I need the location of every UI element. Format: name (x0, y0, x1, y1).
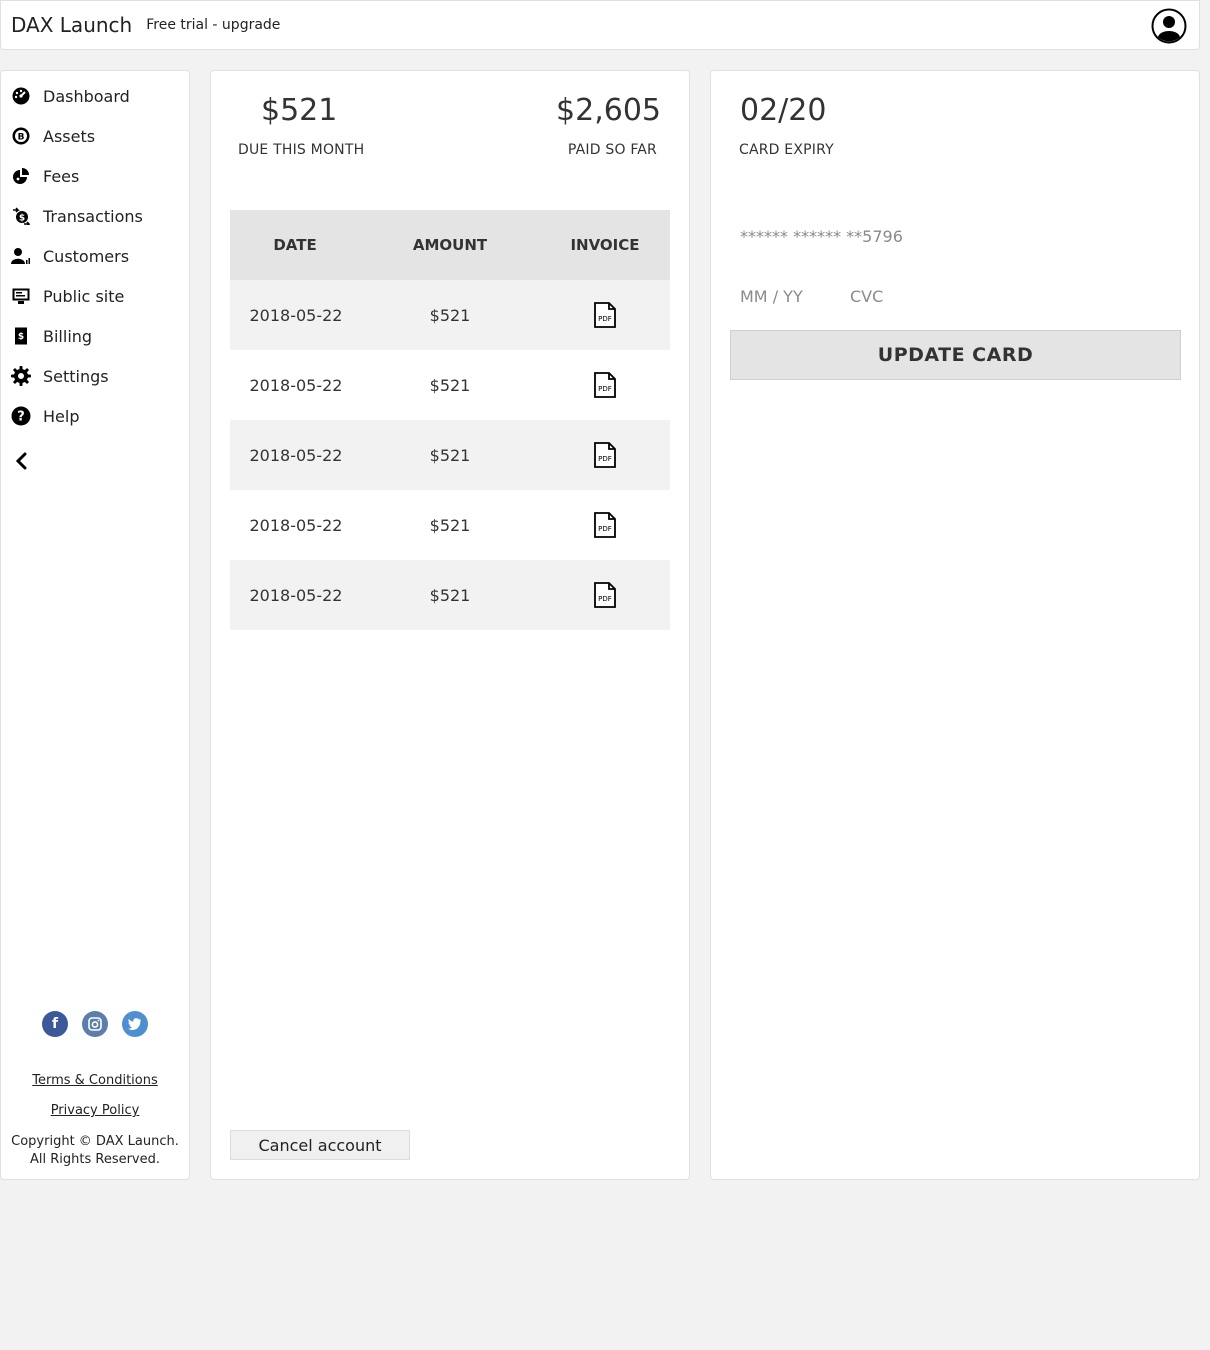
customers-icon (11, 246, 31, 266)
table-row: 2018-05-22 $521 PDF (230, 560, 670, 630)
social-links: f (1, 1011, 189, 1037)
pdf-icon[interactable]: PDF (594, 512, 616, 538)
twitter-icon[interactable] (122, 1011, 148, 1037)
row-date: 2018-05-22 (249, 445, 343, 465)
sidebar-item-label: Fees (43, 166, 80, 186)
sidebar-item-label: Dashboard (43, 86, 130, 106)
sidebar-item-label: Public site (43, 286, 125, 306)
card-expiry-value: 02/20 (740, 93, 827, 128)
sidebar-item-label: Customers (43, 246, 130, 266)
row-invoice-cell: PDF (540, 582, 670, 608)
pdf-icon[interactable]: PDF (594, 302, 616, 328)
paid-amount: $2,605 (556, 93, 661, 128)
sidebar-item-settings[interactable]: Settings (1, 356, 189, 396)
bitcoin-icon: B (11, 126, 31, 146)
sidebar-item-label: Settings (43, 366, 109, 386)
monitor-icon (11, 286, 31, 306)
cancel-account-button[interactable]: Cancel account (230, 1130, 410, 1160)
column-header-date: DATE (273, 236, 317, 254)
sidebar-item-customers[interactable]: Customers (1, 236, 189, 276)
sidebar-item-fees[interactable]: Fees (1, 156, 189, 196)
sidebar-item-label: Help (43, 406, 80, 426)
table-row: 2018-05-22 $521 PDF (230, 280, 670, 350)
terms-link[interactable]: Terms & Conditions (1, 1073, 189, 1088)
row-amount: $521 (429, 375, 471, 395)
sidebar-item-label: Billing (43, 326, 93, 346)
row-invoice-cell: PDF (540, 442, 670, 468)
sidebar-item-help[interactable]: ? Help (1, 396, 189, 436)
update-card-button[interactable]: UPDATE CARD (730, 330, 1181, 380)
facebook-icon[interactable]: f (42, 1011, 68, 1037)
card-panel: 02/20 CARD EXPIRY ****** ****** **5796 M… (710, 70, 1200, 1180)
invoice-table: DATE AMOUNT INVOICE 2018-05-22 $521 PDF … (230, 210, 670, 630)
transactions-icon: $ (11, 206, 31, 226)
column-header-amount: AMOUNT (412, 236, 488, 254)
table-header: DATE AMOUNT INVOICE (230, 210, 670, 280)
dashboard-icon (11, 86, 31, 106)
svg-text:PDF: PDF (598, 315, 612, 323)
paid-label: PAID SO FAR (567, 142, 657, 158)
due-amount: $521 (261, 93, 338, 128)
row-date: 2018-05-22 (249, 375, 343, 395)
column-header-invoice: INVOICE (570, 236, 640, 254)
copyright: Copyright © DAX Launch. All Rights Reser… (1, 1133, 189, 1169)
gear-icon (11, 366, 31, 386)
row-invoice-cell: PDF (540, 372, 670, 398)
row-date: 2018-05-22 (249, 585, 343, 605)
billing-icon: $ (11, 326, 31, 346)
row-amount: $521 (429, 305, 471, 325)
help-icon: ? (11, 406, 31, 426)
table-row: 2018-05-22 $521 PDF (230, 420, 670, 490)
row-invoice-cell: PDF (540, 512, 670, 538)
brand-name[interactable]: DAX Launch (11, 13, 132, 37)
copyright-line: Copyright © DAX Launch. (11, 1134, 179, 1149)
sidebar-item-label: Transactions (43, 206, 143, 226)
svg-text:$: $ (19, 214, 25, 224)
due-label: DUE THIS MONTH (238, 142, 365, 158)
row-amount: $521 (429, 445, 471, 465)
copyright-line: All Rights Reserved. (29, 1152, 161, 1167)
card-expiry-label: CARD EXPIRY (739, 142, 834, 158)
svg-text:?: ? (17, 410, 25, 425)
privacy-link[interactable]: Privacy Policy (1, 1103, 189, 1118)
collapse-sidebar-button[interactable] (1, 441, 189, 481)
row-date: 2018-05-22 (249, 305, 343, 325)
sidebar-item-dashboard[interactable]: Dashboard (1, 76, 189, 116)
sidebar-item-public-site[interactable]: Public site (1, 276, 189, 316)
trial-upgrade-link[interactable]: Free trial - upgrade (146, 17, 280, 33)
row-date: 2018-05-22 (249, 515, 343, 535)
sidebar: Dashboard B Assets Fees $ Transactions C… (0, 70, 190, 1180)
card-cvc-input[interactable]: CVC (850, 287, 883, 306)
sidebar-item-label: Assets (43, 126, 96, 146)
sidebar-item-billing[interactable]: $ Billing (1, 316, 189, 356)
svg-text:$: $ (18, 332, 24, 342)
instagram-icon[interactable] (82, 1011, 108, 1037)
svg-text:PDF: PDF (598, 385, 612, 393)
card-expiry-input[interactable]: MM / YY (740, 287, 803, 306)
card-number-input[interactable]: ****** ****** **5796 (740, 227, 903, 246)
table-row: 2018-05-22 $521 PDF (230, 490, 670, 560)
row-invoice-cell: PDF (540, 302, 670, 328)
pdf-icon[interactable]: PDF (594, 372, 616, 398)
svg-text:PDF: PDF (598, 595, 612, 603)
row-amount: $521 (429, 515, 471, 535)
table-row: 2018-05-22 $521 PDF (230, 350, 670, 420)
pdf-icon[interactable]: PDF (594, 442, 616, 468)
chevron-left-icon (11, 451, 31, 471)
svg-text:PDF: PDF (598, 525, 612, 533)
svg-text:PDF: PDF (598, 455, 612, 463)
billing-panel: $521 DUE THIS MONTH $2,605 PAID SO FAR D… (210, 70, 690, 1180)
sidebar-item-assets[interactable]: B Assets (1, 116, 189, 156)
pdf-icon[interactable]: PDF (594, 582, 616, 608)
top-bar: DAX Launch Free trial - upgrade (0, 0, 1200, 50)
svg-text:B: B (18, 133, 25, 143)
pie-chart-icon (11, 166, 31, 186)
sidebar-item-transactions[interactable]: $ Transactions (1, 196, 189, 236)
row-amount: $521 (429, 585, 471, 605)
user-avatar-icon[interactable] (1151, 8, 1187, 44)
